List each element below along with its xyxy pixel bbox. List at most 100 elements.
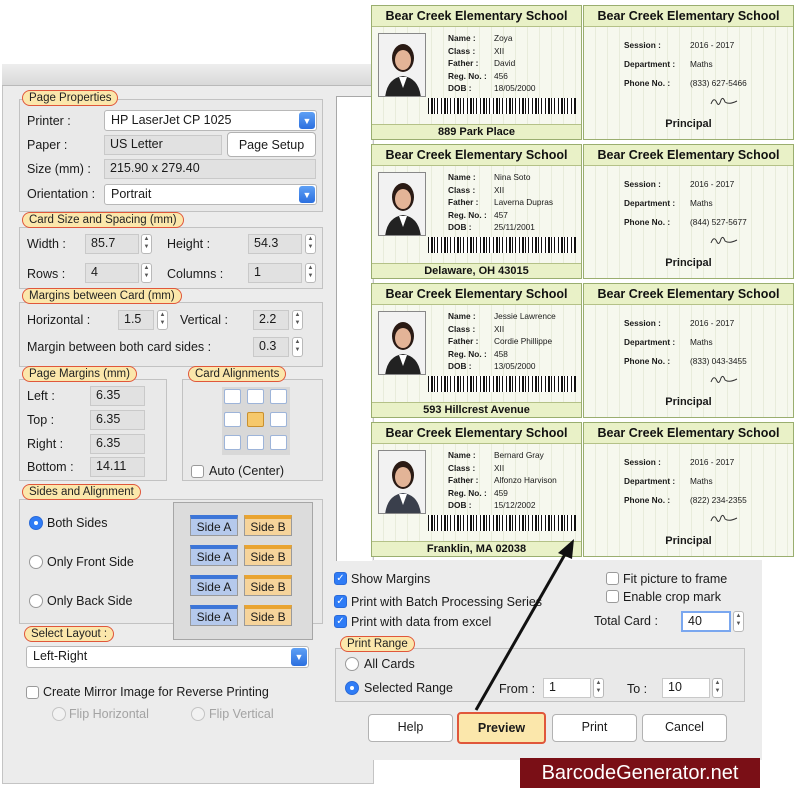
mirror-image-checkbox[interactable]: [26, 686, 39, 699]
department-value: Maths: [690, 59, 713, 69]
student-details: Name : Jessie Lawrence Class : XII Father : C…: [448, 310, 556, 373]
both-sides-margin-stepper[interactable]: ▲ ▼: [292, 337, 303, 357]
father-value: Laverna Dupras: [494, 197, 554, 207]
total-card-field[interactable]: 40: [681, 611, 731, 632]
barcode: [428, 98, 576, 114]
align-center-button[interactable]: [247, 412, 264, 427]
vertical-stepper[interactable]: ▲ ▼: [292, 310, 303, 330]
department-value: Maths: [690, 198, 713, 208]
class-value: XII: [494, 323, 505, 334]
align-top-left-button[interactable]: [224, 389, 241, 404]
auto-center-checkbox[interactable]: [191, 465, 204, 478]
only-front-radio[interactable]: [29, 555, 43, 569]
flip-horizontal-radio[interactable]: [52, 707, 66, 721]
student-details: Name : Zoya Class : XII Father : David Reg. No…: [448, 32, 536, 95]
both-sides-margin-field[interactable]: 0.3: [253, 337, 289, 357]
id-card-back: Bear Creek Elementary School Session : 201…: [583, 422, 794, 557]
align-bottom-left-button[interactable]: [224, 435, 241, 450]
address: Delaware, OH 43015: [372, 263, 581, 278]
session-value: 2016 - 2017: [690, 318, 735, 328]
align-middle-right-button[interactable]: [270, 412, 287, 427]
flip-vertical-radio[interactable]: [191, 707, 205, 721]
session-label: Session :: [624, 318, 661, 328]
top-margin-field[interactable]: 6.35: [90, 410, 145, 430]
horizontal-field[interactable]: 1.5: [118, 310, 154, 330]
total-card-label: Total Card :: [594, 614, 658, 628]
chevron-down-icon: ▼: [299, 112, 315, 129]
show-margins-checkbox[interactable]: ✓: [334, 572, 347, 585]
rows-stepper[interactable]: ▲ ▼: [141, 263, 152, 283]
barcode: [428, 376, 576, 392]
page-setup-button[interactable]: Page Setup: [227, 132, 316, 157]
top-margin-label: Top :: [27, 413, 55, 427]
department-label: Department :: [624, 59, 676, 69]
school-name: Bear Creek Elementary School: [372, 6, 581, 27]
id-card-front: Bear Creek Elementary School Name : Zoya Cl…: [371, 5, 582, 140]
department-label: Department :: [624, 476, 676, 486]
student-details: Name : Bernard Gray Class : XII Father : Alfo…: [448, 449, 557, 512]
dob-label: DOB :: [448, 500, 472, 510]
left-margin-field[interactable]: 6.35: [90, 386, 145, 406]
selected-range-radio[interactable]: [345, 681, 359, 695]
orientation-select[interactable]: Portrait ▼: [104, 184, 317, 205]
school-name: Bear Creek Elementary School: [584, 6, 793, 27]
right-margin-field[interactable]: 6.35: [90, 434, 145, 454]
side-b-box: Side B: [244, 605, 292, 626]
class-value: XII: [494, 45, 505, 56]
orientation-value: Portrait: [111, 187, 152, 201]
father-label: Father :: [448, 58, 479, 68]
columns-stepper[interactable]: ▲ ▼: [305, 263, 316, 283]
layout-select[interactable]: Left-Right ▼: [26, 646, 309, 668]
phone-value: (844) 527-5677: [690, 217, 747, 227]
align-middle-left-button[interactable]: [224, 412, 241, 427]
help-button[interactable]: Help: [368, 714, 453, 742]
printer-select[interactable]: HP LaserJet CP 1025 ▼: [104, 110, 317, 131]
columns-field[interactable]: 1: [248, 263, 302, 283]
paper-field[interactable]: US Letter: [104, 135, 222, 155]
card-alignments-title: Card Alignments: [188, 366, 287, 382]
width-field[interactable]: 85.7: [85, 234, 139, 254]
to-stepper[interactable]: ▲ ▼: [712, 678, 723, 698]
all-cards-radio[interactable]: [345, 657, 359, 671]
orientation-label: Orientation :: [27, 187, 96, 201]
phone-value: (822) 234-2355: [690, 495, 747, 505]
align-top-center-button[interactable]: [247, 389, 264, 404]
height-field[interactable]: 54.3: [248, 234, 302, 254]
bottom-margin-label: Bottom :: [27, 460, 74, 474]
printer-value: HP LaserJet CP 1025: [111, 113, 232, 127]
vertical-field[interactable]: 2.2: [253, 310, 289, 330]
fit-picture-checkbox[interactable]: [606, 572, 619, 585]
print-button[interactable]: Print: [552, 714, 637, 742]
school-name: Bear Creek Elementary School: [372, 145, 581, 166]
data-excel-checkbox[interactable]: ✓: [334, 615, 347, 628]
align-bottom-center-button[interactable]: [247, 435, 264, 450]
size-field[interactable]: 215.90 x 279.40: [104, 159, 316, 179]
horizontal-stepper[interactable]: ▲ ▼: [157, 310, 168, 330]
crop-mark-checkbox[interactable]: [606, 590, 619, 603]
principal-label: Principal: [665, 535, 712, 547]
name-label: Name :: [448, 33, 476, 43]
from-stepper[interactable]: ▲ ▼: [593, 678, 604, 698]
bottom-margin-field[interactable]: 14.11: [90, 457, 145, 477]
show-margins-label: Show Margins: [351, 572, 431, 586]
rows-field[interactable]: 4: [85, 263, 139, 283]
right-margin-label: Right :: [27, 437, 64, 451]
preview-button[interactable]: Preview: [457, 712, 546, 744]
both-sides-radio[interactable]: [29, 516, 43, 530]
only-back-radio[interactable]: [29, 594, 43, 608]
to-field[interactable]: 10: [662, 678, 710, 698]
height-stepper[interactable]: ▲ ▼: [305, 234, 316, 254]
align-top-right-button[interactable]: [270, 389, 287, 404]
print-range-title: Print Range: [340, 636, 415, 652]
id-card-front: Bear Creek Elementary School Name : Jessie…: [371, 283, 582, 418]
department-label: Department :: [624, 337, 676, 347]
name-label: Name :: [448, 172, 476, 182]
both-sides-label: Both Sides: [47, 516, 108, 530]
cancel-button[interactable]: Cancel: [642, 714, 727, 742]
card-back-details: Session : 2016 - 2017 Department : Maths Pho…: [624, 314, 747, 371]
batch-series-checkbox[interactable]: ✓: [334, 595, 347, 608]
card-size-title: Card Size and Spacing (mm): [22, 212, 184, 228]
width-stepper[interactable]: ▲ ▼: [141, 234, 152, 254]
align-bottom-right-button[interactable]: [270, 435, 287, 450]
total-card-stepper[interactable]: ▲ ▼: [733, 611, 744, 632]
